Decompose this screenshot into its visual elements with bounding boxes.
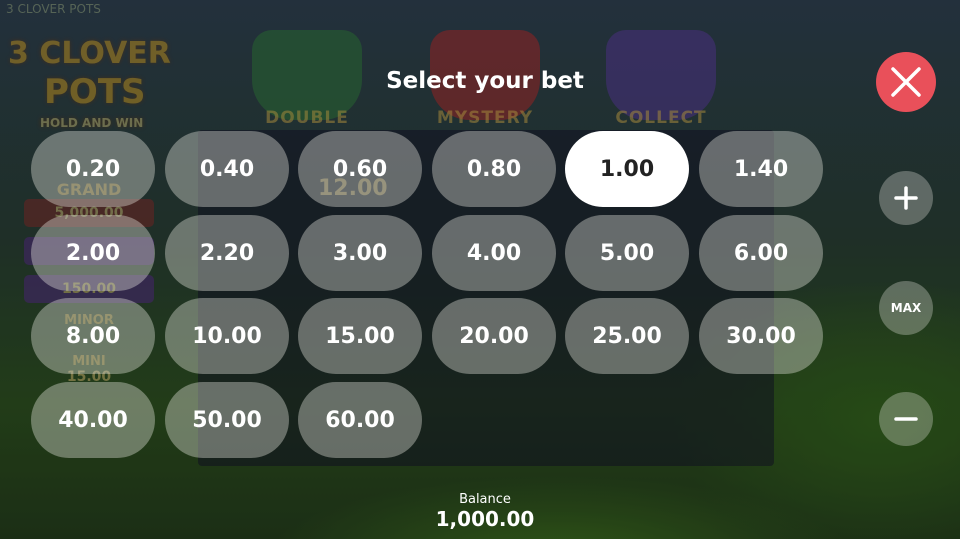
close-icon (891, 67, 921, 97)
bet-option-1-40[interactable]: 1.40 (699, 131, 823, 207)
close-button[interactable] (876, 52, 936, 112)
bet-option-2-20[interactable]: 2.20 (165, 215, 289, 291)
bet-option-60-00[interactable]: 60.00 (298, 382, 422, 458)
bet-option-0-80[interactable]: 0.80 (432, 131, 556, 207)
bet-option-30-00[interactable]: 30.00 (699, 298, 823, 374)
plus-icon (894, 186, 918, 210)
balance-value: 1,000.00 (435, 507, 535, 531)
bet-option-20-00[interactable]: 20.00 (432, 298, 556, 374)
bet-option-1-00[interactable]: 1.00 (565, 131, 689, 207)
max-bet-button[interactable]: MAX (879, 281, 933, 335)
increase-bet-button[interactable] (879, 171, 933, 225)
bet-option-3-00[interactable]: 3.00 (298, 215, 422, 291)
max-bet-label: MAX (890, 301, 922, 315)
bet-option-0-20[interactable]: 0.20 (31, 131, 155, 207)
bet-option-2-00[interactable]: 2.00 (31, 215, 155, 291)
bet-option-8-00[interactable]: 8.00 (31, 298, 155, 374)
bet-option-10-00[interactable]: 10.00 (165, 298, 289, 374)
balance-label: Balance (459, 492, 511, 507)
bet-option-0-40[interactable]: 0.40 (165, 131, 289, 207)
minus-icon (894, 417, 918, 421)
bet-option-25-00[interactable]: 25.00 (565, 298, 689, 374)
decrease-bet-button[interactable] (879, 392, 933, 446)
bet-option-15-00[interactable]: 15.00 (298, 298, 422, 374)
bet-option-40-00[interactable]: 40.00 (31, 382, 155, 458)
bet-option-6-00[interactable]: 6.00 (699, 215, 823, 291)
bet-option-4-00[interactable]: 4.00 (432, 215, 556, 291)
bet-option-5-00[interactable]: 5.00 (565, 215, 689, 291)
dialog-title: Select your bet (386, 68, 584, 94)
bet-option-50-00[interactable]: 50.00 (165, 382, 289, 458)
bet-option-0-60[interactable]: 0.60 (298, 131, 422, 207)
